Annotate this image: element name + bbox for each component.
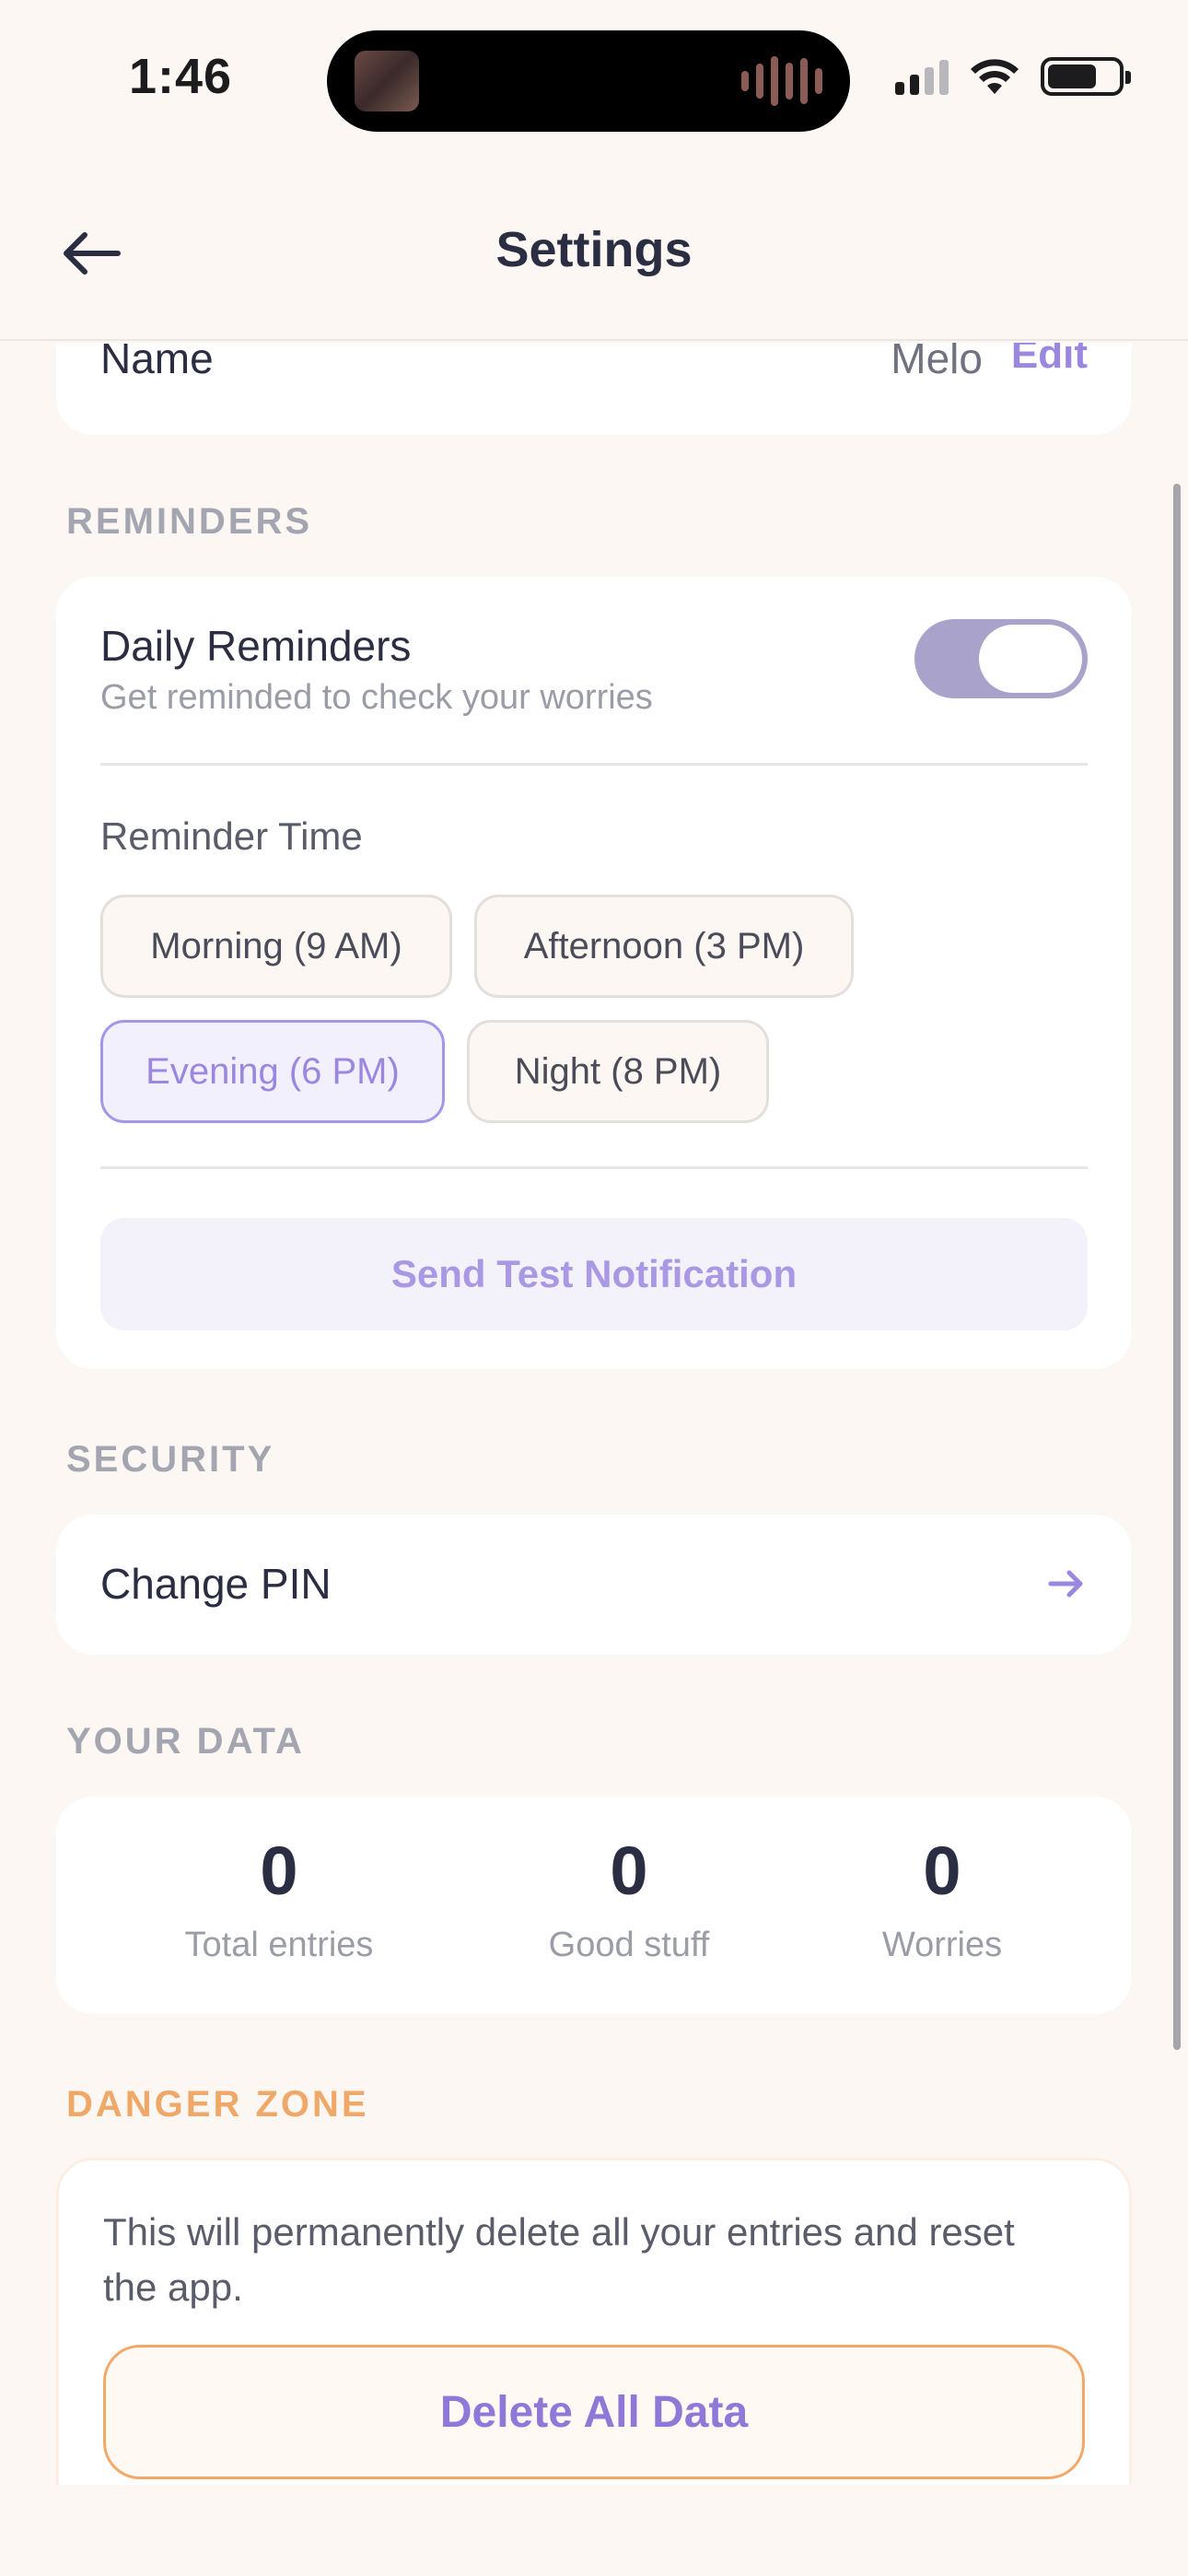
- daily-reminders-toggle[interactable]: [914, 619, 1088, 698]
- cellular-signal-icon: [895, 58, 949, 95]
- danger-warning-text: This will permanently delete all your en…: [103, 2210, 1015, 2309]
- audio-waveform-icon: [741, 56, 822, 106]
- stat-worries: 0 Worries: [804, 1837, 1080, 1965]
- stat-total-entries: 0 Total entries: [141, 1837, 417, 1965]
- bottom-safe-area: [0, 2485, 1188, 2576]
- section-label-your-data: YOUR DATA: [66, 1721, 305, 1762]
- stat-label: Good stuff: [548, 1926, 710, 1964]
- section-label-reminders: REMINDERS: [66, 501, 313, 542]
- name-label: Name: [100, 343, 214, 382]
- your-data-card: 0 Total entries 0 Good stuff 0 Worries: [56, 1797, 1132, 2014]
- reminder-option-afternoon[interactable]: Afternoon (3 PM): [474, 895, 854, 998]
- status-icons: [895, 57, 1131, 96]
- danger-zone-card: This will permanently delete all your en…: [56, 2158, 1132, 2485]
- change-pin-label: Change PIN: [100, 1560, 332, 1608]
- reminders-card: Daily Reminders Get reminded to check yo…: [56, 577, 1132, 1369]
- delete-all-data-button[interactable]: Delete All Data: [103, 2345, 1085, 2479]
- status-time: 1:46: [129, 49, 233, 104]
- scrollbar[interactable]: [1173, 484, 1181, 2050]
- daily-reminders-title: Daily Reminders: [100, 622, 412, 670]
- reminder-option-evening[interactable]: Evening (6 PM): [100, 1020, 445, 1123]
- stat-value: 0: [610, 1832, 648, 1909]
- reminder-option-morning[interactable]: Morning (9 AM): [100, 895, 452, 998]
- wifi-icon: [971, 59, 1019, 94]
- name-value: Melo: [891, 343, 983, 382]
- arrow-right-icon: [1048, 1570, 1083, 1598]
- page-title: Settings: [495, 222, 693, 277]
- divider: [100, 1166, 1088, 1169]
- stat-value: 0: [260, 1832, 298, 1909]
- nav-header: Settings: [0, 166, 1188, 341]
- send-test-notification-button[interactable]: Send Test Notification: [100, 1218, 1088, 1330]
- stat-good-stuff: 0 Good stuff: [491, 1837, 767, 1965]
- stat-value: 0: [923, 1832, 961, 1909]
- profile-card: Name Melo Edit: [56, 343, 1132, 435]
- change-pin-row[interactable]: Change PIN: [56, 1515, 1132, 1655]
- divider: [100, 763, 1088, 766]
- settings-scroll-area[interactable]: Name Melo Edit REMINDERS Daily Reminders…: [0, 343, 1188, 2485]
- section-label-security: SECURITY: [66, 1439, 275, 1480]
- reminder-option-night[interactable]: Night (8 PM): [467, 1020, 769, 1123]
- stat-label: Worries: [881, 1926, 1003, 1964]
- section-label-danger-zone: DANGER ZONE: [66, 2084, 369, 2125]
- toggle-knob: [979, 625, 1082, 693]
- reminder-time-heading: Reminder Time: [100, 814, 363, 858]
- daily-reminders-subtitle: Get reminded to check your worries: [100, 678, 653, 717]
- stat-label: Total entries: [184, 1926, 374, 1964]
- status-bar: 1:46: [0, 0, 1188, 147]
- edit-name-button[interactable]: Edit: [1011, 343, 1088, 378]
- now-playing-artwork: [355, 51, 419, 111]
- battery-icon: [1041, 57, 1131, 96]
- dynamic-island: [327, 30, 850, 132]
